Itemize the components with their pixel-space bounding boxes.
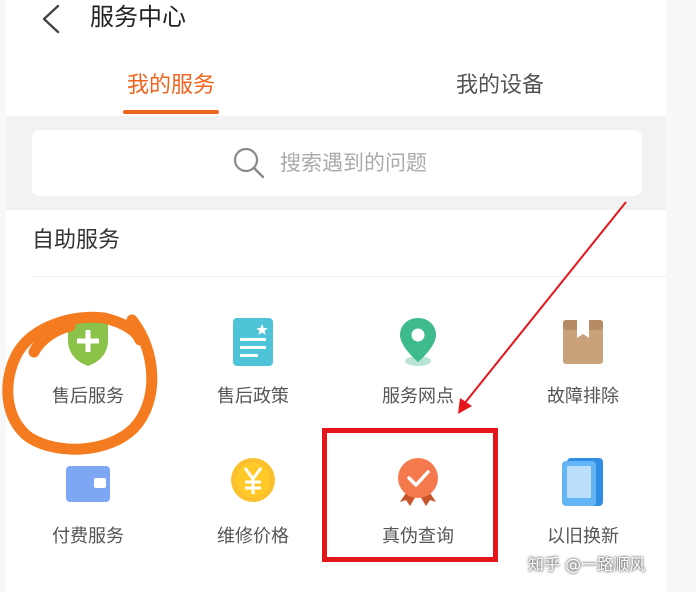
service-after-sales-policy[interactable]: 售后政策 — [173, 316, 333, 436]
page-title: 服务中心 — [90, 3, 186, 31]
header-bar: 服务中心 — [6, 0, 666, 56]
search-area: 搜索遇到的问题 — [6, 116, 666, 210]
service-label: 售后政策 — [217, 386, 289, 407]
shield-plus-icon — [68, 318, 108, 366]
chevron-left-icon[interactable] — [38, 2, 64, 36]
tab-my-devices[interactable]: 我的设备 — [436, 66, 564, 106]
yen-coin-icon — [231, 458, 275, 502]
divider — [32, 276, 666, 277]
document-star-icon — [233, 318, 273, 366]
box-icon — [563, 320, 603, 364]
tab-my-services[interactable]: 我的服务 — [107, 66, 235, 106]
service-label: 维修价格 — [217, 526, 289, 547]
service-label: 以旧换新 — [547, 526, 619, 547]
service-after-sales[interactable]: 售后服务 — [8, 316, 168, 436]
service-paid[interactable]: 付费服务 — [8, 456, 168, 576]
section-title: 自助服务 — [32, 228, 121, 253]
tablet-icon — [562, 458, 603, 506]
wallet-icon — [66, 466, 110, 502]
tab-bar: 我的服务 我的设备 — [6, 56, 666, 116]
search-placeholder: 搜索遇到的问题 — [280, 151, 427, 175]
service-label: 故障排除 — [547, 386, 619, 407]
service-repair-price[interactable]: 维修价格 — [173, 456, 333, 576]
service-troubleshooting[interactable]: 故障排除 — [503, 316, 663, 436]
service-label: 售后服务 — [52, 386, 124, 407]
service-center-screen: 服务中心 我的服务 我的设备 搜索遇到的问题 自助服务 售后服务 售后政策 服务… — [0, 0, 696, 592]
red-highlight-box — [322, 428, 498, 562]
search-icon — [233, 147, 265, 179]
active-tab-indicator — [123, 110, 219, 114]
service-label: 付费服务 — [52, 526, 124, 547]
service-label: 服务网点 — [382, 386, 454, 407]
watermark: 知乎 @一路顺风 — [528, 555, 646, 574]
search-input[interactable]: 搜索遇到的问题 — [32, 130, 642, 196]
location-pin-icon — [400, 318, 436, 366]
service-outlets[interactable]: 服务网点 — [338, 316, 498, 436]
